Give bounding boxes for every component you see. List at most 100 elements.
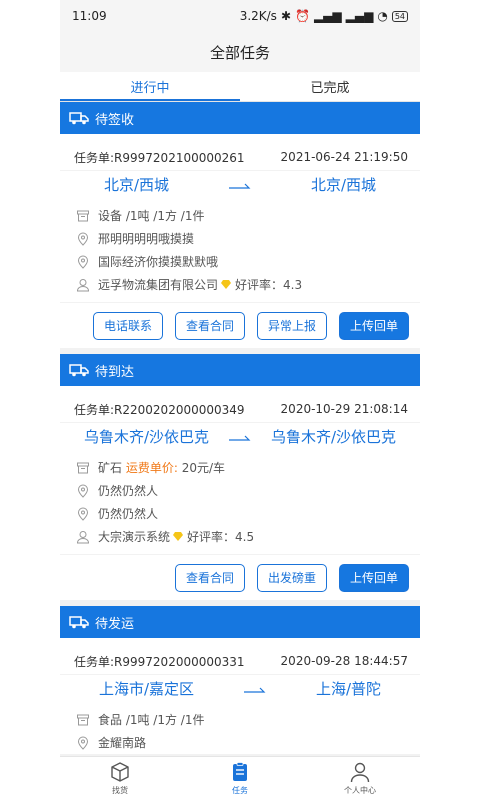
arrow-right-icon [228,183,251,189]
nav-label: 任务 [232,786,248,795]
nav-label: 个人中心 [344,786,376,795]
delivery-address: 国际经济你摸摸默默哦 [98,255,219,269]
nav-find-goods[interactable]: 找货 [60,757,180,800]
tab-completed[interactable]: 已完成 [240,72,420,101]
task-id-row: 任务单:R9997202100000261 2021-06-24 21:19:5… [60,144,420,170]
route-from: 乌鲁木齐/沙依巴克 [83,428,210,446]
network-speed: 3.2K/s [239,9,277,23]
upload-receipt-button[interactable]: 上传回单 [338,563,409,592]
route: 北京/西城 北京/西城 [60,170,420,198]
status-bar: 11:09 3.2K/s ✱ ⏰ ▂▄▆ ▂▄▆ ◔ 54 [60,0,420,32]
view-contract-button[interactable]: 查看合同 [174,311,245,340]
task-id-row: 任务单:R2200202000000349 2020-10-29 21:08:1… [60,396,420,422]
bluetooth-icon: ✱ [280,9,291,23]
task-info: 设备 /1吨 /1方 /1件 邢明明明明哦摸摸 国际经济你摸摸默默哦 远孚物流集… [60,198,420,296]
rating: 好评率：4.5 [187,530,255,544]
signal-icon-2: ▂▄▆ [345,9,374,23]
person-icon [76,530,90,543]
arrow-right-icon [228,435,251,441]
card-status: 待发运 [95,616,135,632]
card-header: 待发运 [60,606,420,638]
wifi-icon: ◔ [377,9,388,23]
card-actions: 电话联系 查看合同 异常上报 上传回单 [60,302,420,348]
task-id-row: 任务单:R9997202000000331 2020-09-28 18:44:5… [60,648,420,674]
nav-label: 找货 [112,786,128,795]
location-pin-icon [77,736,89,750]
task-number: 任务单:R9997202100000261 [74,150,245,165]
status-icons: 3.2K/s ✱ ⏰ ▂▄▆ ▂▄▆ ◔ 54 [240,9,408,23]
status-time: 11:09 [72,9,107,23]
pickup-address-line: 金耀南路 [76,731,406,754]
route-to: 北京/西城 [310,176,376,194]
task-number: 任务单:R2200202000000349 [74,402,245,417]
card-header: 待到达 [60,354,420,386]
task-datetime: 2020-09-28 18:44:57 [280,654,408,668]
tab-in-progress[interactable]: 进行中 [60,72,240,101]
call-button[interactable]: 电话联系 [92,311,163,340]
goods-text: 食品 /1吨 /1方 /1件 [98,713,205,727]
diamond-icon [173,532,184,541]
departure-weigh-button[interactable]: 出发磅重 [256,563,327,592]
task-card[interactable]: 待发运 任务单:R9997202000000331 2020-09-28 18:… [60,606,420,754]
route: 乌鲁木齐/沙依巴克 乌鲁木齐/沙依巴克 [60,422,420,450]
goods-line: 设备 /1吨 /1方 /1件 [76,204,406,227]
pickup-address: 仍然仍然人 [98,484,159,498]
location-pin-icon [77,484,89,498]
company-line: 大宗演示系统 好评率：4.5 [76,525,406,548]
cube-icon [111,762,129,782]
pickup-address: 金耀南路 [98,736,147,750]
person-icon [76,278,90,291]
goods-line: 矿石 运费单价: 20元/车 [76,456,406,479]
route-to: 乌鲁木齐/沙依巴克 [270,428,396,446]
nav-profile[interactable]: 个人中心 [300,757,420,800]
pickup-address: 邢明明明明哦摸摸 [98,232,195,246]
card-status: 待签收 [95,112,135,128]
page-title: 全部任务 [60,32,420,72]
route-to: 上海/普陀 [315,680,381,698]
pickup-address-line: 仍然仍然人 [76,479,406,502]
delivery-address-line: 仍然仍然人 [76,502,406,525]
delivery-address-line: 国际经济你摸摸默默哦 [76,250,406,273]
location-pin-icon [77,507,89,521]
truck-icon [69,112,89,125]
task-info: 矿石 运费单价: 20元/车 仍然仍然人 仍然仍然人 大宗演示系统 好评率：4.… [60,450,420,548]
report-exception-button[interactable]: 异常上报 [256,311,327,340]
card-actions: 查看合同 出发磅重 上传回单 [60,554,420,600]
box-icon [77,714,89,725]
card-header: 待签收 [60,102,420,134]
route-from: 北京/西城 [103,176,170,194]
diamond-icon [221,280,232,289]
arrow-right-icon [243,687,266,693]
tab-underline [60,99,240,101]
upload-receipt-button[interactable]: 上传回单 [338,311,409,340]
pickup-address-line: 邢明明明明哦摸摸 [76,227,406,250]
goods-name: 矿石 [98,461,123,475]
task-number: 任务单:R9997202000000331 [74,654,245,669]
freight-price: 20元/车 [181,461,226,475]
clipboard-icon [233,762,247,781]
task-datetime: 2020-10-29 21:08:14 [280,402,408,416]
goods-line: 食品 /1吨 /1方 /1件 [76,708,406,731]
location-pin-icon [77,255,89,269]
bottom-nav: 找货 任务 个人中心 [60,756,420,800]
route: 上海市/嘉定区 上海/普陀 [60,674,420,702]
phone-screen: 11:09 3.2K/s ✱ ⏰ ▂▄▆ ▂▄▆ ◔ 54 全部任务 进行中 已… [60,0,420,800]
view-contract-button[interactable]: 查看合同 [174,563,245,592]
truck-icon [69,616,89,629]
location-pin-icon [77,232,89,246]
truck-icon [69,364,89,377]
box-icon [77,210,89,221]
task-tabs: 进行中 已完成 [60,72,420,102]
alarm-icon: ⏰ [295,9,310,23]
task-card[interactable]: 待到达 任务单:R2200202000000349 2020-10-29 21:… [60,354,420,600]
task-card[interactable]: 待签收 任务单:R9997202100000261 2021-06-24 21:… [60,102,420,348]
delivery-address: 仍然仍然人 [98,507,159,521]
goods-text: 设备 /1吨 /1方 /1件 [98,209,205,223]
nav-tasks[interactable]: 任务 [180,757,300,800]
task-list[interactable]: 待签收 任务单:R9997202100000261 2021-06-24 21:… [60,102,420,756]
company-name: 远孚物流集团有限公司 [98,278,219,292]
task-info: 食品 /1吨 /1方 /1件 金耀南路 [60,702,420,754]
battery-icon: 54 [391,10,408,22]
company-name: 大宗演示系统 [98,530,171,544]
route-from: 上海市/嘉定区 [98,680,195,698]
